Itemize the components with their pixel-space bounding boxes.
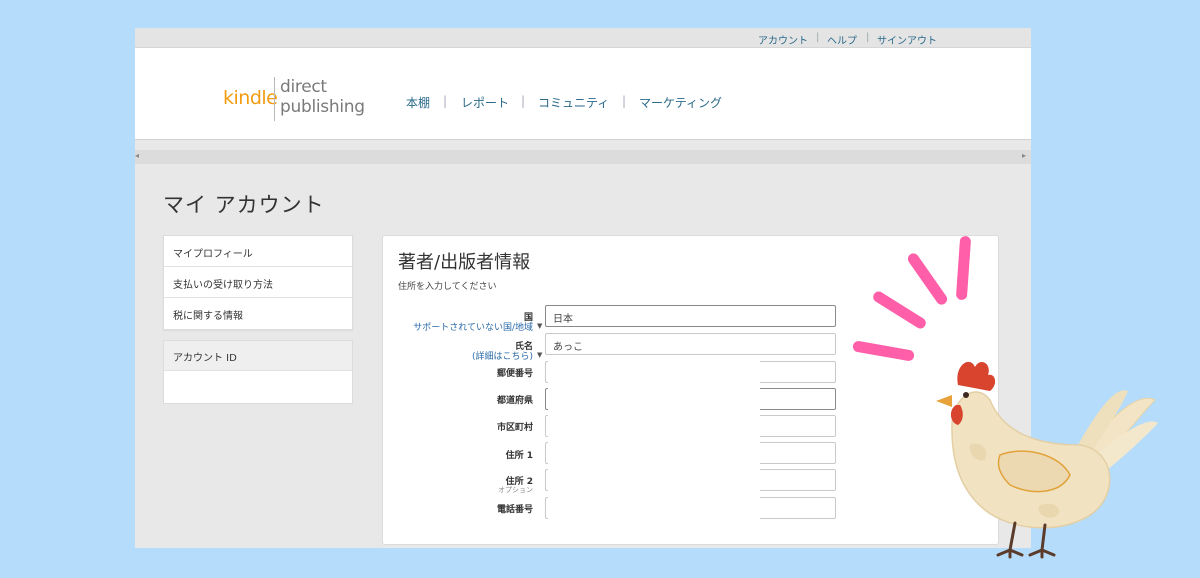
address1-label: 住所 1 [505,451,533,461]
logo-divider [274,77,275,121]
country-select[interactable]: 日本 [545,305,836,327]
nav-separator: | [521,94,526,108]
name-field[interactable]: あっこ [545,333,836,355]
topbar-separator: | [816,32,820,43]
scroll-left-icon[interactable]: ◂ [135,151,139,160]
page-title: マイ アカウント [163,193,325,217]
nav-marketing[interactable]: マーケティング [639,94,722,111]
name-details-link[interactable]: (詳細はこちら) [472,349,533,362]
account-link[interactable]: アカウント [758,32,808,47]
nav-bookshelf[interactable]: 本棚 [406,94,430,111]
prefecture-label: 都道府県 [496,396,533,406]
chicken-illustration [936,361,1158,559]
panel-title: 著者/出版者情報 [398,252,531,273]
nav-community[interactable]: コミュニティ [538,94,609,111]
scroll-right-icon[interactable]: ▸ [1022,151,1026,160]
city-label: 市区町村 [496,423,533,433]
nav-reports[interactable]: レポート [461,94,509,111]
top-utility-bar: アカウント | ヘルプ | サインアウト [135,28,1031,48]
account-id-box: アカウント ID [163,340,353,404]
kdp-logo-direct: direct [280,77,327,97]
privacy-mask [548,358,760,524]
kdp-screenshot: アカウント | ヘルプ | サインアウト kindle direct publi… [135,28,1031,548]
side-item-my-profile[interactable]: マイプロフィール [164,236,352,267]
topbar-separator: | [866,32,870,43]
unsupported-country-link[interactable]: サポートされていない国/地域 [413,320,533,333]
side-item-payment-method[interactable]: 支払いの受け取り方法 [164,267,352,298]
phone-label: 電話番号 [496,505,533,515]
side-item-tax-info[interactable]: 税に関する情報 [164,298,352,329]
nav-separator: | [443,94,448,108]
site-header: kindle direct publishing 本棚 | レポート | コミュ… [135,48,1031,140]
chevron-down-icon: ▼ [537,351,543,359]
kdp-logo-kindle[interactable]: kindle [223,87,278,109]
account-side-menu: マイプロフィール 支払いの受け取り方法 税に関する情報 [163,235,353,330]
horizontal-scrollbar[interactable] [135,150,1031,164]
nav-separator: | [622,94,627,108]
help-link[interactable]: ヘルプ [827,32,857,47]
account-id-label: アカウント ID [164,341,352,371]
kdp-logo-publishing: publishing [280,97,365,117]
panel-subtitle: 住所を入力してください [398,282,497,292]
address2-optional-note: オプション [498,486,533,494]
author-publisher-panel: 著者/出版者情報 住所を入力してください 国 サポートされていない国/地域 ▼ … [382,235,999,545]
chevron-down-icon: ▼ [537,322,543,330]
postal-code-label: 郵便番号 [496,369,533,379]
sign-out-link[interactable]: サインアウト [877,32,937,47]
